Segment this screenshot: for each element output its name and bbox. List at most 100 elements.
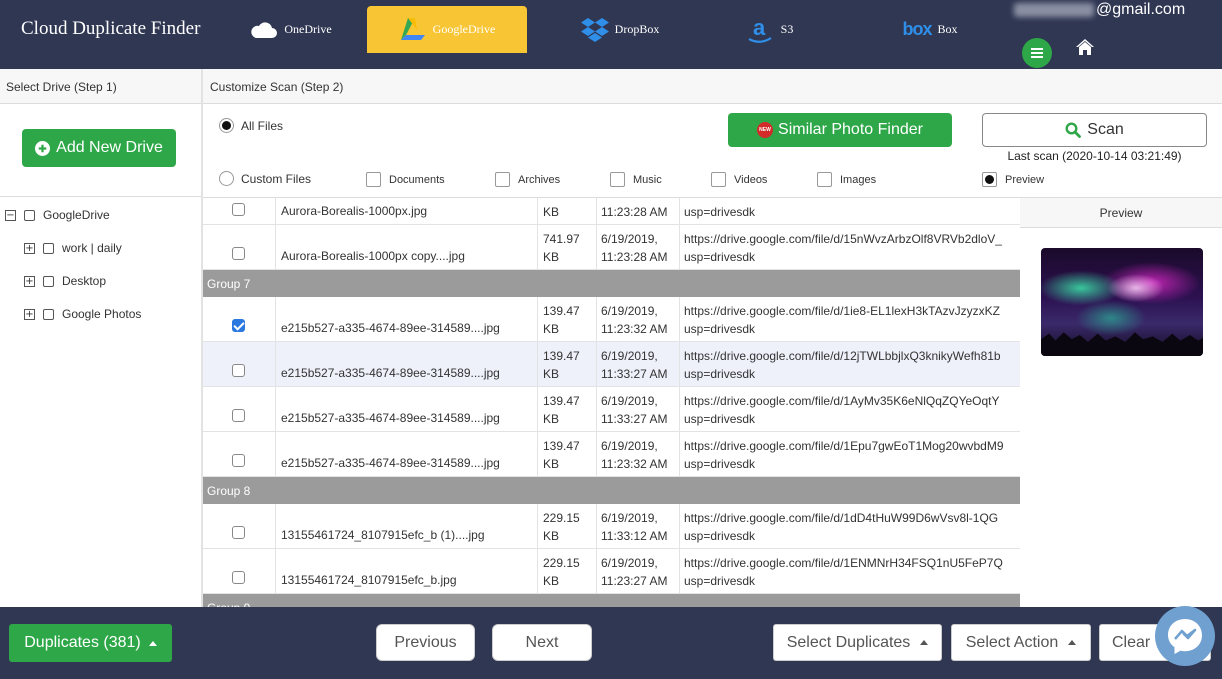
duplicates-dropdown-button[interactable]: Duplicates (381) [9, 624, 172, 662]
table-row[interactable]: Aurora-Borealis-1000px copy....jpg 741.9… [203, 225, 1020, 270]
filter-images[interactable]: Images [817, 172, 876, 187]
radio-custom-files[interactable]: Custom Files [219, 171, 311, 186]
row-checkbox[interactable] [232, 364, 245, 377]
table-row[interactable]: e215b527-a335-4674-89ee-314589....jpg 13… [203, 387, 1020, 432]
file-date: 6/19/2019, [601, 439, 658, 453]
dropbox-icon [580, 17, 609, 42]
scan-button[interactable]: Scan [982, 113, 1207, 147]
file-size: 229.15 [543, 556, 580, 570]
group-header: Group 7 [203, 270, 1020, 297]
step-header-bar: Select Drive (Step 1) Customize Scan (St… [0, 69, 1222, 104]
tree-label: Google Photos [62, 307, 142, 321]
row-checkbox[interactable] [232, 247, 245, 260]
tab-onedrive[interactable]: OneDrive [240, 6, 340, 53]
tree-checkbox[interactable] [43, 308, 54, 320]
home-button[interactable] [1075, 38, 1097, 60]
tree-checkbox[interactable] [24, 209, 35, 221]
select-duplicates-dropdown[interactable]: Select Duplicates [773, 624, 942, 661]
messenger-chat-icon [1168, 619, 1202, 654]
file-url[interactable]: https://drive.google.com/file/d/12jTWLbb… [684, 349, 1001, 363]
checkbox[interactable] [495, 172, 510, 187]
tree-item-googledrive[interactable]: − GoogleDrive [5, 208, 110, 222]
row-checkbox[interactable] [232, 409, 245, 422]
table-row[interactable]: e215b527-a335-4674-89ee-314589....jpg 13… [203, 342, 1020, 387]
file-name: e215b527-a335-4674-89ee-314589....jpg [281, 456, 500, 470]
file-size: 139.47 [543, 304, 580, 318]
clear-label: Clear [1112, 633, 1151, 651]
svg-text:a: a [753, 15, 766, 40]
row-checkbox[interactable] [232, 454, 245, 467]
toggle-preview[interactable]: Preview [982, 172, 1044, 187]
tab-s3[interactable]: a S3 [735, 6, 805, 53]
box-logo-icon: box [902, 19, 932, 39]
expand-icon[interactable]: + [24, 242, 35, 254]
file-url[interactable]: https://drive.google.com/file/d/1ENMNrH3… [684, 556, 1003, 570]
onedrive-cloud-icon [251, 21, 278, 38]
radio-unselected-icon[interactable] [219, 171, 234, 186]
google-drive-icon [400, 17, 425, 40]
row-checkbox[interactable] [232, 526, 245, 539]
file-date: 6/19/2019, [601, 232, 658, 246]
tree-checkbox[interactable] [43, 242, 54, 254]
account-email: @gmail.com [1014, 1, 1185, 19]
new-badge-icon: NEW [757, 122, 774, 138]
file-name: e215b527-a335-4674-89ee-314589....jpg [281, 321, 500, 335]
table-row[interactable]: 13155461724_8107915efc_b.jpg 229.15 KB 6/… [203, 549, 1020, 594]
search-icon [1065, 122, 1082, 138]
tree-checkbox[interactable] [43, 275, 54, 287]
add-new-drive-button[interactable]: Add New Drive [22, 129, 176, 167]
radio-selected-icon[interactable] [219, 118, 234, 133]
filter-archives[interactable]: Archives [495, 172, 560, 187]
scan-label: Scan [1087, 121, 1124, 138]
filter-videos[interactable]: Videos [711, 172, 767, 187]
collapse-icon[interactable]: − [5, 209, 16, 221]
checkbox[interactable] [610, 172, 625, 187]
file-url[interactable]: https://drive.google.com/file/d/1AyMv35K… [684, 394, 1000, 408]
tree-item-work-daily[interactable]: + work | daily [24, 241, 122, 255]
previous-button[interactable]: Previous [376, 624, 475, 661]
select-duplicates-label: Select Duplicates [786, 633, 911, 651]
tab-box[interactable]: box Box [890, 6, 970, 53]
preview-header: Preview [1020, 197, 1222, 228]
tree-label: GoogleDrive [43, 208, 110, 222]
similar-photo-finder-button[interactable]: NEW Similar Photo Finder [728, 113, 952, 147]
row-checkbox-checked[interactable] [232, 319, 245, 332]
row-checkbox[interactable] [232, 203, 245, 216]
table-row[interactable]: e215b527-a335-4674-89ee-314589....jpg 13… [203, 432, 1020, 477]
tab-label: Box [937, 22, 958, 36]
radio-all-files[interactable]: All Files [219, 118, 283, 133]
table-row[interactable]: e215b527-a335-4674-89ee-314589....jpg 13… [203, 297, 1020, 342]
table-row[interactable]: Aurora-Borealis-1000px.jpg KB 11:23:28 A… [203, 198, 1020, 225]
messenger-chat-button[interactable] [1155, 606, 1215, 666]
table-row[interactable]: 13155461724_8107915efc_b (1)....jpg 229.… [203, 504, 1020, 549]
tab-dropbox[interactable]: DropBox [560, 6, 680, 53]
preview-image [1041, 248, 1203, 356]
tab-label: OneDrive [284, 22, 332, 36]
caret-up-icon [148, 640, 157, 646]
file-name: Aurora-Borealis-1000px.jpg [281, 204, 428, 218]
select-action-dropdown[interactable]: Select Action [951, 624, 1091, 661]
tree-item-desktop[interactable]: + Desktop [24, 274, 106, 288]
top-header: Cloud Duplicate Finder OneDrive GoogleDr… [0, 0, 1222, 69]
filter-documents[interactable]: Documents [366, 172, 445, 187]
tab-googledrive[interactable]: GoogleDrive [367, 6, 527, 53]
row-checkbox[interactable] [232, 571, 245, 584]
checkbox[interactable] [711, 172, 726, 187]
next-button[interactable]: Next [492, 624, 592, 661]
file-url-tail: usp=drivesdk [684, 205, 756, 219]
redacted-username [1014, 2, 1094, 17]
file-url[interactable]: https://drive.google.com/file/d/1Epu7gwE… [684, 439, 1004, 453]
checkbox-checked[interactable] [982, 172, 997, 187]
file-date: 6/19/2019, [601, 394, 658, 408]
checkbox[interactable] [817, 172, 832, 187]
expand-icon[interactable]: + [24, 308, 35, 320]
tree-item-google-photos[interactable]: + Google Photos [24, 307, 141, 321]
bottom-toolbar: Duplicates (381) Previous Next Select Du… [0, 607, 1222, 679]
expand-icon[interactable]: + [24, 275, 35, 287]
checkbox[interactable] [366, 172, 381, 187]
menu-button[interactable] [1022, 38, 1052, 68]
file-url[interactable]: https://drive.google.com/file/d/15nWvzAr… [684, 232, 1002, 246]
file-url[interactable]: https://drive.google.com/file/d/1ie8-EL1… [684, 304, 1000, 318]
file-url[interactable]: https://drive.google.com/file/d/1dD4tHuW… [684, 511, 998, 525]
filter-music[interactable]: Music [610, 172, 662, 187]
